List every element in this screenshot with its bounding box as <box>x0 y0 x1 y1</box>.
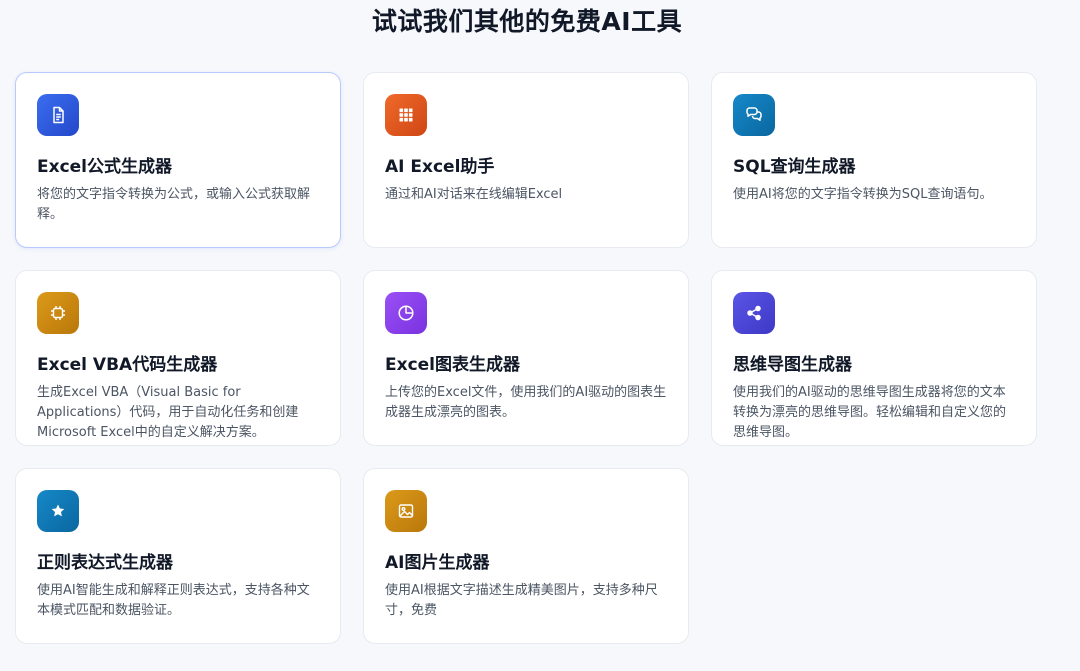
tool-icon-box <box>37 292 79 334</box>
tool-description: 通过和AI对话来在线编辑Excel <box>385 187 563 202</box>
tool-card-ai-excel-assistant[interactable]: AI Excel助手 通过和AI对话来在线编辑Excel <box>363 72 689 248</box>
tool-description: 使用AI将您的文字指令转换为SQL查询语句。 <box>733 187 993 202</box>
tool-description: 生成Excel VBA（Visual Basic for Application… <box>37 385 299 440</box>
pie-chart-icon <box>398 305 414 321</box>
tool-title: 正则表达式生成器 <box>37 553 173 573</box>
tool-description: 上传您的Excel文件，使用我们的AI驱动的图表生成器生成漂亮的图表。 <box>385 385 667 420</box>
tool-icon-box <box>733 292 775 334</box>
image-icon <box>398 504 414 518</box>
share-icon <box>747 305 761 321</box>
tool-description: 使用AI智能生成和解释正则表达式，支持各种文本模式匹配和数据验证。 <box>37 583 310 618</box>
chip-icon <box>51 306 65 320</box>
tool-icon-box <box>385 94 427 136</box>
tool-icon-box <box>385 292 427 334</box>
star-icon <box>51 504 65 517</box>
tool-icon-box <box>37 490 79 532</box>
tool-icon-box <box>385 490 427 532</box>
tool-card-sql-query-generator[interactable]: SQL查询生成器 使用AI将您的文字指令转换为SQL查询语句。 <box>711 72 1037 248</box>
tool-title: Excel VBA代码生成器 <box>37 355 218 375</box>
tool-title: SQL查询生成器 <box>733 157 856 177</box>
tool-card-regex-generator[interactable]: 正则表达式生成器 使用AI智能生成和解释正则表达式，支持各种文本模式匹配和数据验… <box>15 468 341 644</box>
tool-card-ai-image-generator[interactable]: AI图片生成器 使用AI根据文字描述生成精美图片，支持多种尺寸，免费 <box>363 468 689 644</box>
tool-description: 将您的文字指令转换为公式，或输入公式获取解释。 <box>37 187 311 222</box>
tool-description: 使用我们的AI驱动的思维导图生成器将您的文本转换为漂亮的思维导图。轻松编辑和自定… <box>733 385 1007 440</box>
tool-title: AI Excel助手 <box>385 157 495 177</box>
tool-card-excel-formula-generator[interactable]: Excel公式生成器 将您的文字指令转换为公式，或输入公式获取解释。 <box>15 72 341 248</box>
page-title: 试试我们其他的免费AI工具 <box>371 7 683 36</box>
tool-title: 思维导图生成器 <box>733 355 852 375</box>
tool-title: Excel公式生成器 <box>37 157 173 177</box>
tool-icon-box <box>733 94 775 136</box>
tool-description: 使用AI根据文字描述生成精美图片，支持多种尺寸，免费 <box>385 583 658 618</box>
tool-title: Excel图表生成器 <box>385 355 521 375</box>
chat-bubbles-icon <box>746 107 762 121</box>
grid-icon <box>399 108 413 122</box>
tools-grid: Excel公式生成器 将您的文字指令转换为公式，或输入公式获取解释。 AI Ex… <box>15 72 1039 644</box>
tool-icon-box <box>37 94 79 136</box>
document-icon <box>53 106 64 124</box>
tool-card-mind-map-generator[interactable]: 思维导图生成器 使用我们的AI驱动的思维导图生成器将您的文本转换为漂亮的思维导图… <box>711 270 1037 446</box>
tool-card-excel-vba-generator[interactable]: Excel VBA代码生成器 生成Excel VBA（Visual Basic … <box>15 270 341 446</box>
tool-card-excel-chart-generator[interactable]: Excel图表生成器 上传您的Excel文件，使用我们的AI驱动的图表生成器生成… <box>363 270 689 446</box>
tool-title: AI图片生成器 <box>385 553 490 573</box>
